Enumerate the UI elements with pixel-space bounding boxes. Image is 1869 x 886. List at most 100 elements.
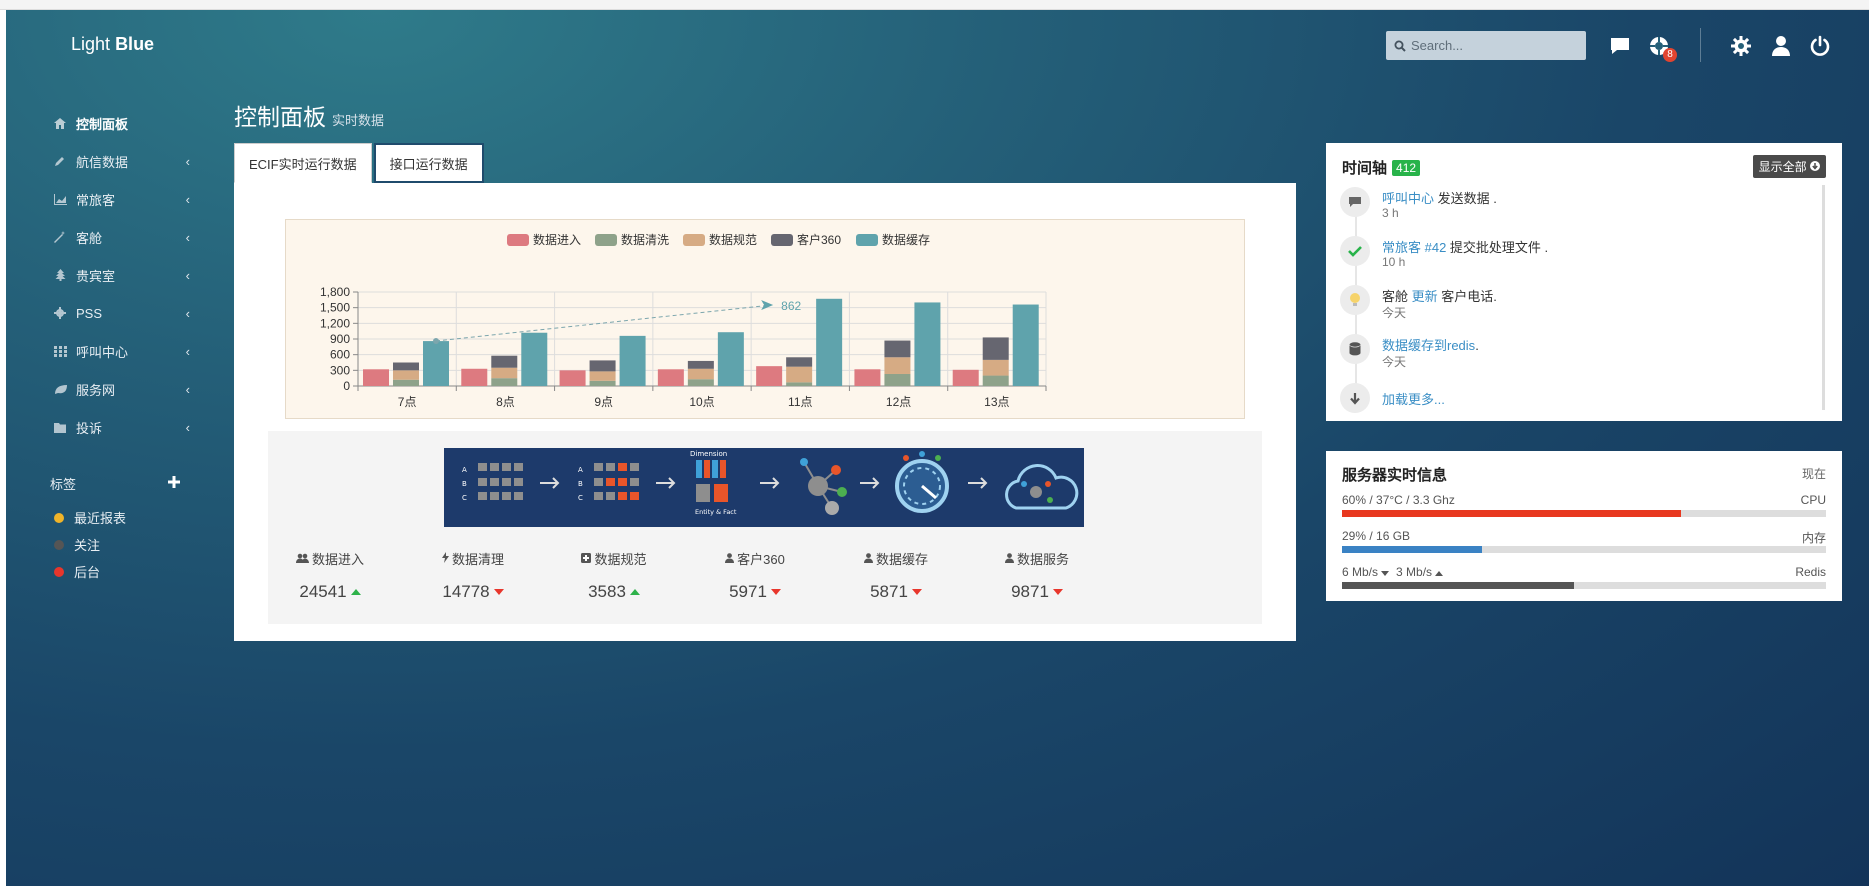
user-icon — [863, 551, 873, 566]
tab-ecif-realtime[interactable]: ECIF实时运行数据 — [234, 143, 372, 183]
brand-light: Light — [71, 34, 111, 54]
search-icon — [1394, 40, 1406, 52]
sidebar-item-cabin[interactable]: 客舱 ‹ — [50, 218, 190, 256]
tag-dot — [54, 512, 64, 523]
x-tick-label: 10点 — [689, 395, 714, 409]
timeline-desc: . — [1475, 338, 1479, 353]
timeline-text: 客舱 更新 客户电话. — [1382, 286, 1497, 305]
timeline-text: 数据缓存到redis. — [1382, 335, 1479, 354]
bar — [786, 366, 813, 383]
x-tick-label: 13点 — [984, 395, 1009, 409]
stat-5: 数据服务 9871 — [967, 549, 1107, 602]
sidebar-item-vip-lounge[interactable]: 贵宾室 ‹ — [50, 256, 190, 294]
arrow-down-icon — [1340, 383, 1370, 413]
svg-text:B: B — [462, 480, 467, 488]
sidebar-item-call-center[interactable]: 呼叫中心 ‹ — [50, 332, 190, 370]
tag-label: 最近报表 — [74, 511, 127, 526]
sidebar-item-complaints[interactable]: 投诉 ‹ — [50, 408, 190, 446]
sidebar-item-airline-data[interactable]: 航信数据 ‹ — [50, 142, 190, 180]
y-tick-label: 900 — [330, 332, 350, 346]
search-box[interactable] — [1386, 31, 1586, 60]
show-all-button[interactable]: 显示全部 — [1752, 155, 1826, 178]
legend-swatch — [683, 234, 705, 246]
tag-label: 关注 — [74, 538, 101, 553]
timeline-link[interactable]: 呼叫中心 — [1382, 191, 1434, 206]
memory-progress-fill — [1342, 546, 1483, 553]
search-input[interactable] — [1411, 38, 1581, 53]
bulb-icon — [1340, 285, 1370, 315]
brand-bold: Blue — [115, 34, 155, 54]
stat-value-text: 9871 — [1011, 582, 1049, 601]
y-tick-label: 1,500 — [320, 301, 350, 315]
page-subtitle: 实时数据 — [332, 113, 385, 128]
bar-chart: 数据进入 数据清洗 数据规范 客户360 数据缓存 0 300600 900 1,2001,50… — [320, 232, 1047, 409]
user-icon — [1772, 36, 1790, 56]
bar — [914, 302, 941, 386]
plus-square-icon — [581, 551, 592, 566]
tab-interface-data[interactable]: 接口运行数据 — [373, 143, 484, 183]
browser-top-strip — [0, 0, 1869, 10]
timeline-link[interactable]: 更新 — [1412, 289, 1438, 304]
sidebar-item-service-network[interactable]: 服务网 ‹ — [50, 370, 190, 408]
sidebar-item-dashboard[interactable]: 控制面板 — [50, 104, 190, 142]
brand-logo[interactable]: Light Blue — [71, 34, 154, 55]
bar — [884, 373, 911, 386]
redis-label: Redis — [1795, 565, 1826, 579]
server-title: 服务器实时信息 — [1342, 467, 1448, 484]
cpu-progress-fill — [1342, 510, 1681, 517]
users-icon — [295, 551, 309, 566]
timeline-scrollbar[interactable] — [1822, 185, 1825, 410]
gear-icon — [52, 307, 68, 319]
user-button[interactable] — [1767, 32, 1795, 60]
stat-label: 数据规范 — [544, 549, 684, 568]
sidebar-item-label: 航信数据 — [76, 154, 129, 170]
x-tick-label: 9点 — [594, 395, 613, 409]
x-tick-label: 7点 — [398, 395, 417, 409]
bar — [619, 335, 646, 386]
redis-down-rate: 6 Mb/s — [1342, 565, 1379, 579]
stat-3: 客户360 5971 — [685, 549, 825, 602]
timeline-title-text: 时间轴 — [1342, 160, 1388, 177]
support-button[interactable]: 8 — [1645, 32, 1677, 62]
tag-item[interactable]: 后台 — [54, 562, 100, 581]
x-tick-label: 12点 — [886, 395, 911, 409]
chevron-left-icon: ‹ — [185, 344, 190, 359]
svg-text:A: A — [578, 466, 583, 474]
comment-icon — [1340, 187, 1370, 217]
caret-up-icon — [1435, 571, 1444, 576]
add-tag-button[interactable] — [168, 476, 180, 491]
timeline-link[interactable]: 数据缓存到redis — [1382, 338, 1475, 353]
bar — [521, 332, 548, 386]
check-icon — [1340, 236, 1370, 266]
tag-item[interactable]: 关注 — [54, 535, 100, 554]
sidebar-item-label: 呼叫中心 — [76, 344, 129, 360]
settings-button[interactable] — [1727, 32, 1755, 60]
legend-swatch — [771, 234, 793, 246]
timeline-link[interactable]: 常旅客 #42 — [1382, 240, 1446, 255]
stat-value-text: 14778 — [442, 582, 490, 601]
chart-icon — [52, 193, 68, 205]
memory-stats: 29% / 16 GB — [1342, 529, 1411, 543]
sidebar-item-pss[interactable]: PSS ‹ — [50, 294, 190, 332]
sidebar-item-frequent-flyer[interactable]: 常旅客 ‹ — [50, 180, 190, 218]
y-tick-label: 1,200 — [320, 316, 350, 330]
legend-label: 数据清洗 — [621, 232, 669, 247]
svg-text:Entity & Fact: Entity & Fact — [695, 508, 737, 516]
stat-value-text: 24541 — [299, 582, 347, 601]
trend-down-icon — [1052, 589, 1063, 595]
legend-label: 数据规范 — [709, 232, 757, 247]
cpu-stats: 60% / 37°C / 3.3 Ghz — [1342, 493, 1455, 507]
y-tick-label: 600 — [330, 348, 350, 362]
bar — [491, 378, 518, 386]
legend-swatch — [595, 234, 617, 246]
header-divider — [1700, 28, 1701, 62]
load-more-link[interactable]: 加载更多... — [1382, 389, 1445, 408]
messages-button[interactable] — [1606, 32, 1634, 60]
pipeline-diagram: A B C A B C Dimension Entity & Fact — [444, 448, 1084, 527]
tag-item[interactable]: 最近报表 — [54, 508, 126, 527]
logout-button[interactable] — [1806, 32, 1834, 60]
bar — [589, 371, 616, 381]
stage-dimension: Dimension Entity & Fact — [690, 450, 737, 516]
stat-label-text: 数据服务 — [1016, 552, 1069, 567]
sidebar-nav: 控制面板 航信数据 ‹ 常旅客 ‹ 客舱 ‹ 贵宾室 ‹ PSS ‹ 呼叫中心 … — [50, 104, 190, 446]
